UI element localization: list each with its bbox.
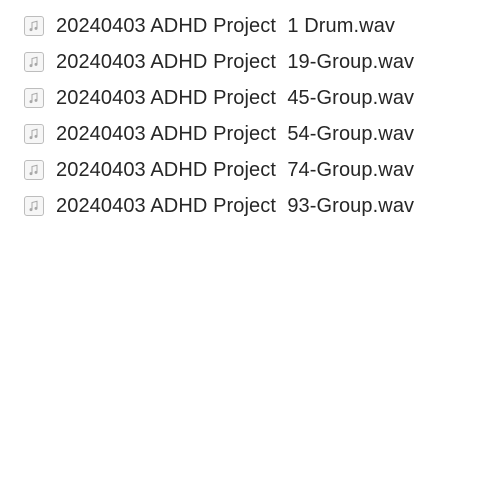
file-name: 20240403 ADHD Project 19-Group.wav [56, 51, 415, 73]
file-row[interactable]: 20240403 ADHD Project 19-Group.wav [0, 44, 500, 80]
file-list: 20240403 ADHD Project 1 Drum.wav 2024040… [0, 8, 500, 224]
audio-file-icon [23, 87, 45, 109]
file-row[interactable]: 20240403 ADHD Project 45-Group.wav [0, 80, 500, 116]
audio-file-icon [23, 15, 45, 37]
file-row[interactable]: 20240403 ADHD Project 1 Drum.wav [0, 8, 500, 44]
file-row[interactable]: 20240403 ADHD Project 93-Group.wav [0, 188, 500, 224]
file-name: 20240403 ADHD Project 54-Group.wav [56, 123, 415, 145]
file-name: 20240403 ADHD Project 93-Group.wav [56, 195, 415, 217]
file-name: 20240403 ADHD Project 45-Group.wav [56, 87, 415, 109]
file-name: 20240403 ADHD Project 1 Drum.wav [56, 15, 396, 37]
file-name: 20240403 ADHD Project 74-Group.wav [56, 159, 415, 181]
audio-file-icon [23, 159, 45, 181]
audio-file-icon [23, 51, 45, 73]
audio-file-icon [23, 195, 45, 217]
file-row[interactable]: 20240403 ADHD Project 74-Group.wav [0, 152, 500, 188]
file-row[interactable]: 20240403 ADHD Project 54-Group.wav [0, 116, 500, 152]
audio-file-icon [23, 123, 45, 145]
